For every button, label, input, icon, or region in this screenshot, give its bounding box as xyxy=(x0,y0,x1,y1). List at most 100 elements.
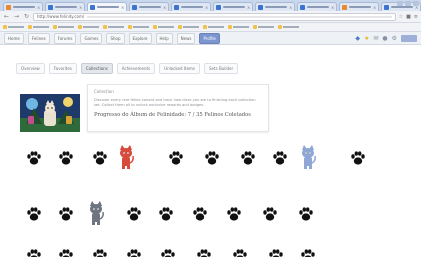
bookmark-label-blur xyxy=(33,26,49,28)
bookmark-folder-icon xyxy=(178,25,182,29)
star-icon[interactable]: ☆ xyxy=(399,14,403,20)
maximize-icon[interactable] xyxy=(405,1,411,6)
paw-placeholder-icon[interactable] xyxy=(160,248,176,257)
star-icon[interactable]: ★ xyxy=(364,35,369,42)
page-tab-unlocked-items[interactable]: Unlocked Items xyxy=(159,63,201,74)
paw-placeholder-icon[interactable] xyxy=(92,150,108,166)
page-tab-favorites[interactable]: Favorites xyxy=(48,63,77,74)
bookmark-item[interactable] xyxy=(3,25,24,29)
paw-placeholder-icon[interactable] xyxy=(226,206,242,222)
paw-placeholder-icon[interactable] xyxy=(232,248,248,257)
extension-icon[interactable]: ■ xyxy=(406,14,411,20)
page-tab-achievements[interactable]: Achievements xyxy=(116,63,156,74)
reload-icon[interactable]: ↻ xyxy=(23,13,30,20)
paw-placeholder-icon[interactable] xyxy=(126,206,142,222)
paw-placeholder-icon[interactable] xyxy=(196,248,212,257)
paw-placeholder-icon[interactable] xyxy=(126,248,142,257)
close-tab-icon[interactable]: × xyxy=(37,5,40,9)
close-tab-icon[interactable]: × xyxy=(205,5,208,9)
back-arrow-icon[interactable]: ← xyxy=(3,13,10,20)
page-tab-collections[interactable]: Collections xyxy=(80,63,113,74)
collected-cat-icon[interactable] xyxy=(87,201,105,225)
bookmark-item[interactable] xyxy=(128,25,149,29)
paw-placeholder-icon[interactable] xyxy=(26,150,42,166)
tab-title-blur xyxy=(97,6,119,8)
paw-placeholder-icon[interactable] xyxy=(58,248,74,257)
paw-placeholder-icon[interactable] xyxy=(298,206,314,222)
menu-icon[interactable]: ≡ xyxy=(414,14,418,20)
close-tab-icon[interactable]: × xyxy=(373,5,376,9)
paw-placeholder-icon[interactable] xyxy=(204,150,220,166)
address-bar-row: ← → ↻ http://www.felinity.com/ ☆ ■ ≡ xyxy=(0,11,421,23)
bookmark-item[interactable] xyxy=(28,25,49,29)
collected-cat-icon[interactable] xyxy=(117,145,135,169)
paw-placeholder-icon[interactable] xyxy=(272,150,288,166)
site-nav-games[interactable]: Games xyxy=(80,32,103,44)
site-nav-profile[interactable]: Profile xyxy=(199,32,220,44)
site-nav-shop[interactable]: Shop xyxy=(106,32,125,44)
bookmark-item[interactable] xyxy=(178,25,199,29)
paw-placeholder-icon[interactable] xyxy=(26,248,42,257)
bell-icon[interactable]: ● xyxy=(382,35,387,42)
paw-placeholder-icon[interactable] xyxy=(268,248,284,257)
bookmark-item[interactable] xyxy=(53,25,74,29)
site-nav-news[interactable]: News xyxy=(176,32,196,44)
bookmark-label-blur xyxy=(8,26,24,28)
minimize-icon[interactable] xyxy=(397,1,403,6)
paw-placeholder-icon[interactable] xyxy=(350,150,366,166)
collected-cat-icon[interactable] xyxy=(299,145,317,169)
browser-tab[interactable]: × xyxy=(255,2,295,11)
browser-tab[interactable]: × xyxy=(297,2,337,11)
close-tab-icon[interactable]: × xyxy=(247,5,250,9)
site-nav-felines[interactable]: Felines xyxy=(27,32,50,44)
bookmark-item[interactable] xyxy=(103,25,124,29)
bookmark-item[interactable] xyxy=(203,25,224,29)
site-nav-home[interactable]: Home xyxy=(4,32,24,44)
paw-placeholder-icon[interactable] xyxy=(58,150,74,166)
browser-tab[interactable]: × xyxy=(129,2,169,11)
close-tab-icon[interactable]: × xyxy=(289,5,292,9)
browser-tab-strip: × × × × × × × × × × xyxy=(0,0,421,11)
close-tab-icon[interactable]: × xyxy=(121,5,124,9)
browser-tab[interactable]: × xyxy=(339,2,379,11)
mail-icon[interactable]: ✉ xyxy=(373,35,378,42)
paw-placeholder-icon[interactable] xyxy=(58,206,74,222)
paw-placeholder-icon[interactable] xyxy=(300,248,316,257)
paw-placeholder-icon[interactable] xyxy=(240,150,256,166)
site-nav-explore[interactable]: Explore xyxy=(128,32,152,44)
paw-placeholder-icon[interactable] xyxy=(92,248,108,257)
close-tab-icon[interactable]: × xyxy=(163,5,166,9)
bookmark-item[interactable] xyxy=(228,25,249,29)
bookmark-folder-icon xyxy=(128,25,132,29)
bookmark-item[interactable] xyxy=(153,25,174,29)
browser-tab[interactable]: × xyxy=(3,2,43,11)
page-tabs: Overview Favorites Collections Achievements… xyxy=(16,63,239,74)
site-nav-forums[interactable]: Forums xyxy=(53,32,77,44)
avatar[interactable] xyxy=(401,34,417,42)
paw-placeholder-icon[interactable] xyxy=(158,206,174,222)
gem-icon[interactable]: ◆ xyxy=(355,35,360,42)
page-tab-overview[interactable]: Overview xyxy=(16,63,45,74)
bookmark-item[interactable] xyxy=(78,25,99,29)
browser-tab[interactable]: × xyxy=(213,2,253,11)
close-window-icon[interactable] xyxy=(413,1,419,6)
bookmark-item[interactable] xyxy=(253,25,274,29)
browser-tab[interactable]: × xyxy=(171,2,211,11)
gear-icon[interactable]: ⚙ xyxy=(392,35,397,42)
bookmark-label-blur xyxy=(108,26,124,28)
site-nav-help[interactable]: Help xyxy=(155,32,173,44)
paw-placeholder-icon[interactable] xyxy=(26,206,42,222)
forward-arrow-icon[interactable]: → xyxy=(13,13,20,20)
browser-tab[interactable]: × xyxy=(45,2,85,11)
collection-info-box: Collection Discover every rare feline va… xyxy=(87,84,269,132)
paw-placeholder-icon[interactable] xyxy=(168,150,184,166)
url-input[interactable]: http://www.felinity.com/ xyxy=(33,12,396,21)
paw-placeholder-icon[interactable] xyxy=(262,206,278,222)
close-tab-icon[interactable]: × xyxy=(79,5,82,9)
site-nav-icons: ◆ ★ ✉ ● ⚙ xyxy=(355,34,417,42)
close-tab-icon[interactable]: × xyxy=(331,5,334,9)
paw-placeholder-icon[interactable] xyxy=(192,206,208,222)
bookmark-item[interactable] xyxy=(278,25,299,29)
browser-tab[interactable]: × xyxy=(87,2,127,11)
page-tab-sets-builder[interactable]: Sets Builder xyxy=(204,63,239,74)
